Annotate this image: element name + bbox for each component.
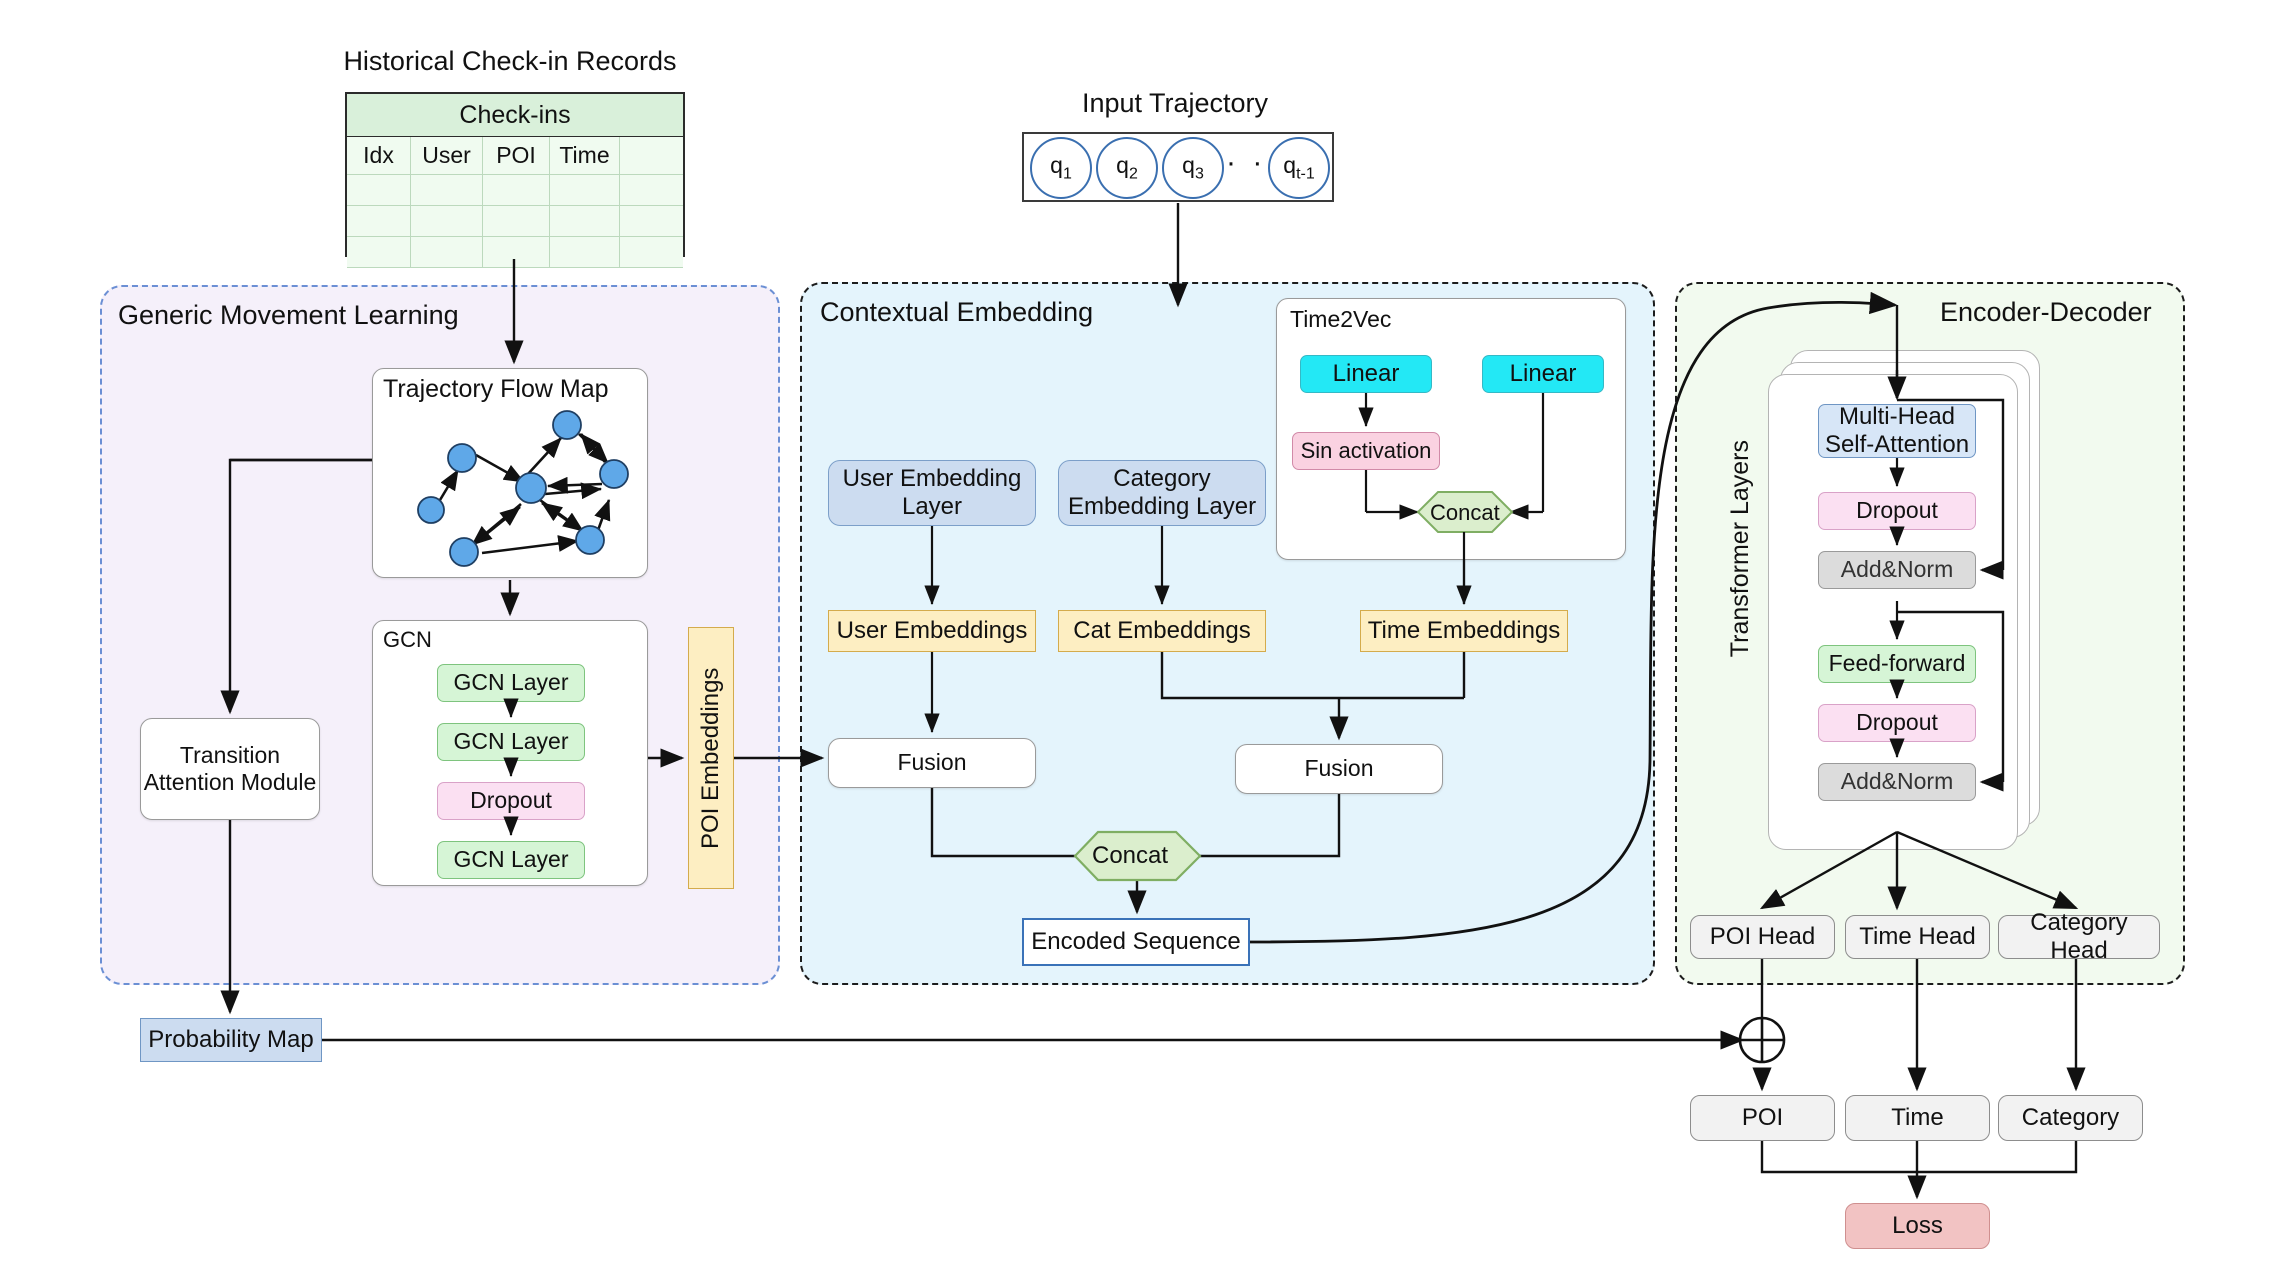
time2vec-title: Time2Vec (1290, 306, 1392, 332)
transformer-layers-label: Transformer Layers (1726, 440, 1754, 658)
gcn-layer-3: GCN Layer (437, 841, 585, 879)
user-embedding-layer-line2: Layer (901, 493, 963, 520)
table-cell (347, 206, 411, 237)
encoder-dropout-2: Dropout (1818, 704, 1976, 742)
table-cell (550, 175, 620, 206)
table-cell (411, 206, 483, 237)
gcn-title: GCN (383, 627, 432, 652)
col-time: Time (550, 137, 620, 175)
trajectory-chip-qt1: qt-1 (1268, 137, 1330, 199)
user-embedding-layer: User Embedding Layer (828, 460, 1036, 526)
probability-map: Probability Map (140, 1018, 322, 1062)
table-cell (483, 175, 550, 206)
table-cell (620, 175, 683, 206)
trajectory-chip-q1: q1 (1030, 137, 1092, 199)
time2vec-concat-label: Concat (1430, 500, 1500, 525)
multi-head-line1: Multi-Head (1838, 402, 1956, 430)
col-user: User (411, 137, 483, 175)
category-head: Category Head (1998, 909, 2160, 964)
transition-attention-line1: Transition (179, 741, 281, 768)
output-poi: POI (1690, 1095, 1835, 1141)
poi-embeddings: POI Embeddings (688, 627, 734, 889)
panel-title-gml: Generic Movement Learning (118, 300, 459, 330)
encoder-addnorm-2: Add&Norm (1818, 763, 1976, 801)
encoded-sequence: Encoded Sequence (1022, 918, 1250, 966)
trajectory-chip-q2: q2 (1096, 137, 1158, 199)
table-cell (550, 237, 620, 268)
table-cell (620, 206, 683, 237)
transition-attention-module: Transition Attention Module (140, 718, 320, 820)
table-cell (483, 237, 550, 268)
trajectory-chip-q3: q3 (1162, 137, 1224, 199)
output-category: Category (1998, 1095, 2143, 1141)
table-cell (347, 237, 411, 268)
fusion-left: Fusion (828, 738, 1036, 788)
category-embedding-layer-line2: Embedding Layer (1067, 493, 1257, 520)
cat-embeddings: Cat Embeddings (1058, 610, 1266, 652)
fusion-right: Fusion (1235, 744, 1443, 794)
panel-title-enc: Encoder-Decoder (1940, 297, 2152, 327)
col-blank (620, 137, 683, 175)
trajectory-flow-map-title: Trajectory Flow Map (383, 375, 609, 403)
panel-title-ctx: Contextual Embedding (820, 297, 1094, 327)
transition-attention-line2: Attention Module (143, 769, 317, 795)
encoder-addnorm-1: Add&Norm (1818, 551, 1976, 589)
multi-head-line2: Self-Attention (1824, 431, 1970, 458)
table-cell (620, 237, 683, 268)
encoder-dropout-1: Dropout (1818, 492, 1976, 530)
table-row (347, 206, 683, 237)
multi-head-self-attention: Multi-Head Self-Attention (1818, 402, 1976, 458)
time2vec-linear-right: Linear (1482, 355, 1604, 393)
historical-records-title: Historical Check-in Records (343, 46, 677, 76)
table-row (347, 237, 683, 268)
table-row (347, 175, 683, 206)
feed-forward: Feed-forward (1818, 645, 1976, 683)
gcn-layer-2: GCN Layer (437, 723, 585, 761)
gcn-layer-1: GCN Layer (437, 664, 585, 702)
checkins-table: Check-ins Idx User POI Time (345, 92, 685, 268)
category-embedding-layer-line1: Category (1113, 464, 1211, 492)
sin-activation: Sin activation (1292, 432, 1440, 470)
checkins-table-title: Check-ins (347, 94, 683, 137)
time2vec-linear-left: Linear (1300, 355, 1432, 393)
table-cell (411, 237, 483, 268)
loss-box: Loss (1845, 1203, 1990, 1249)
input-trajectory-title: Input Trajectory (1081, 88, 1269, 118)
table-cell (550, 206, 620, 237)
time-embeddings: Time Embeddings (1360, 610, 1568, 652)
architecture-diagram: Generic Movement Learning Contextual Emb… (0, 0, 2292, 1280)
user-embedding-layer-line1: User Embedding (842, 464, 1022, 492)
table-cell (347, 175, 411, 206)
time-head: Time Head (1845, 915, 1990, 959)
table-cell (483, 206, 550, 237)
col-poi: POI (483, 137, 550, 175)
table-header-row: Idx User POI Time (347, 137, 683, 175)
output-time: Time (1845, 1095, 1990, 1141)
gcn-dropout: Dropout (437, 782, 585, 820)
user-embeddings: User Embeddings (828, 610, 1036, 652)
concat-label: Concat (1092, 842, 1169, 869)
table-cell (411, 175, 483, 206)
category-embedding-layer: Category Embedding Layer (1058, 460, 1266, 526)
col-idx: Idx (347, 137, 411, 175)
poi-head: POI Head (1690, 915, 1835, 959)
